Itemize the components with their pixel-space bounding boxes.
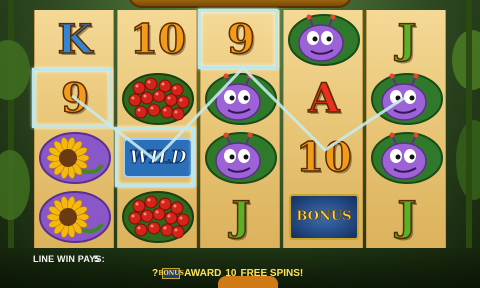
line-win-value: 5: [94, 254, 100, 264]
bonus-icon: BONUS: [158, 268, 184, 279]
game-screen: K9 10 WILD 9J A 10 BONUS JJ LINE WIN PAYS: …: [0, 0, 480, 288]
win-line: [71, 65, 405, 163]
award-prefix: ?: [152, 268, 159, 279]
award-text: AWARD: [184, 268, 222, 279]
bug-mascot-peek: [218, 276, 278, 288]
